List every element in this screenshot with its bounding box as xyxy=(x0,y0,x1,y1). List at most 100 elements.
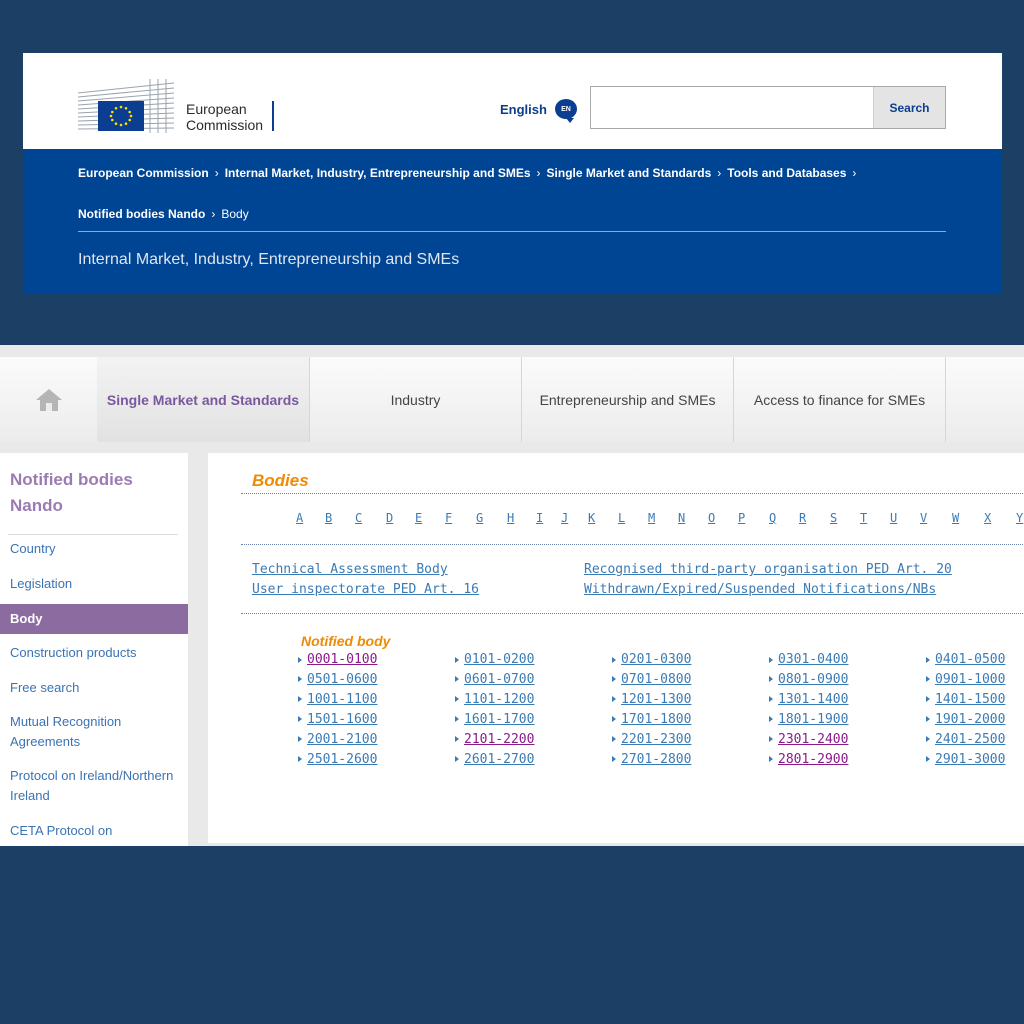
alphabet-letter-g[interactable]: G xyxy=(476,511,483,525)
alphabet-letter-u[interactable]: U xyxy=(890,511,897,525)
range-item[interactable]: 1201-1300 xyxy=(612,692,691,707)
alphabet-letter-d[interactable]: D xyxy=(386,511,393,525)
range-link[interactable]: 0201-0300 xyxy=(621,652,691,667)
alphabet-letter-a[interactable]: A xyxy=(296,511,303,525)
range-item[interactable]: 2701-2800 xyxy=(612,752,691,767)
range-link[interactable]: 0901-1000 xyxy=(935,672,1005,687)
range-link[interactable]: 2801-2900 xyxy=(778,752,848,767)
range-item[interactable]: 0401-0500 xyxy=(926,652,1005,667)
range-link[interactable]: 2101-2200 xyxy=(464,732,534,747)
range-item[interactable]: 0901-1000 xyxy=(926,672,1005,687)
language-label[interactable]: English xyxy=(500,102,547,117)
range-link[interactable]: 1301-1400 xyxy=(778,692,848,707)
range-link[interactable]: 0001-0100 xyxy=(307,652,377,667)
alphabet-letter-v[interactable]: V xyxy=(920,511,927,525)
alphabet-letter-k[interactable]: K xyxy=(588,511,595,525)
range-item[interactable]: 1401-1500 xyxy=(926,692,1005,707)
range-link[interactable]: 1601-1700 xyxy=(464,712,534,727)
sidebar-item-country[interactable]: Country xyxy=(0,539,188,559)
breadcrumb-item[interactable]: Single Market and Standards xyxy=(547,166,712,180)
range-link[interactable]: 0501-0600 xyxy=(307,672,377,687)
nav-home[interactable] xyxy=(0,357,97,442)
site-name[interactable]: Internal Market, Industry, Entrepreneurs… xyxy=(78,251,459,269)
range-link[interactable]: 2601-2700 xyxy=(464,752,534,767)
range-item[interactable]: 2801-2900 xyxy=(769,752,848,767)
breadcrumb-item[interactable]: Tools and Databases xyxy=(727,166,846,180)
alphabet-letter-x[interactable]: X xyxy=(984,511,991,525)
alphabet-letter-e[interactable]: E xyxy=(415,511,422,525)
range-item[interactable]: 2401-2500 xyxy=(926,732,1005,747)
alphabet-letter-i[interactable]: I xyxy=(536,511,543,525)
range-item[interactable]: 2101-2200 xyxy=(455,732,534,747)
alphabet-letter-m[interactable]: M xyxy=(648,511,655,525)
tab-entrepreneurship[interactable]: Entrepreneurship and SMEs xyxy=(522,357,734,442)
alphabet-letter-l[interactable]: L xyxy=(618,511,625,525)
search-input[interactable] xyxy=(591,87,873,128)
range-item[interactable]: 0801-0900 xyxy=(769,672,848,687)
alphabet-letter-q[interactable]: Q xyxy=(769,511,776,525)
alphabet-letter-f[interactable]: F xyxy=(445,511,452,525)
range-item[interactable]: 0601-0700 xyxy=(455,672,534,687)
range-item[interactable]: 0501-0600 xyxy=(298,672,377,687)
sidebar-item-body[interactable]: Body xyxy=(0,604,188,634)
link-user-inspectorate[interactable]: User inspectorate PED Art. 16 xyxy=(252,582,479,597)
range-item[interactable]: 0001-0100 xyxy=(298,652,377,667)
range-item[interactable]: 0301-0400 xyxy=(769,652,848,667)
range-item[interactable]: 0201-0300 xyxy=(612,652,691,667)
european-commission-logo[interactable]: European Commission xyxy=(78,79,278,135)
range-item[interactable]: 2501-2600 xyxy=(298,752,377,767)
range-item[interactable]: 2601-2700 xyxy=(455,752,534,767)
alphabet-letter-n[interactable]: N xyxy=(678,511,685,525)
range-item[interactable]: 2901-3000 xyxy=(926,752,1005,767)
tab-single-market[interactable]: Single Market and Standards xyxy=(97,357,310,442)
breadcrumb-item[interactable]: Internal Market, Industry, Entrepreneurs… xyxy=(225,166,531,180)
range-link[interactable]: 1901-2000 xyxy=(935,712,1005,727)
range-item[interactable]: 0701-0800 xyxy=(612,672,691,687)
range-link[interactable]: 2501-2600 xyxy=(307,752,377,767)
range-link[interactable]: 1501-1600 xyxy=(307,712,377,727)
range-item[interactable]: 1801-1900 xyxy=(769,712,848,727)
alphabet-letter-p[interactable]: P xyxy=(738,511,745,525)
range-item[interactable]: 1001-1100 xyxy=(298,692,377,707)
tab-access-to-finance[interactable]: Access to finance for SMEs xyxy=(734,357,946,442)
range-item[interactable]: 2301-2400 xyxy=(769,732,848,747)
range-item[interactable]: 1901-2000 xyxy=(926,712,1005,727)
range-link[interactable]: 2301-2400 xyxy=(778,732,848,747)
sidebar-item-ireland-protocol[interactable]: Protocol on Ireland/Northern Ireland xyxy=(0,766,188,806)
alphabet-letter-c[interactable]: C xyxy=(355,511,362,525)
sidebar-item-ceta-protocol[interactable]: CETA Protocol on xyxy=(0,821,188,841)
range-link[interactable]: 1201-1300 xyxy=(621,692,691,707)
range-link[interactable]: 2901-3000 xyxy=(935,752,1005,767)
alphabet-letter-b[interactable]: B xyxy=(325,511,332,525)
range-link[interactable]: 1801-1900 xyxy=(778,712,848,727)
range-link[interactable]: 1001-1100 xyxy=(307,692,377,707)
language-bubble-icon[interactable]: EN xyxy=(554,99,577,123)
range-link[interactable]: 1101-1200 xyxy=(464,692,534,707)
range-item[interactable]: 0101-0200 xyxy=(455,652,534,667)
breadcrumb-item[interactable]: European Commission xyxy=(78,166,209,180)
link-recognised-third-party[interactable]: Recognised third-party organisation PED … xyxy=(584,562,952,577)
breadcrumb-item[interactable]: Notified bodies Nando xyxy=(78,207,205,221)
link-technical-assessment-body[interactable]: Technical Assessment Body xyxy=(252,562,448,577)
sidebar-item-legislation[interactable]: Legislation xyxy=(0,574,188,594)
alphabet-letter-t[interactable]: T xyxy=(860,511,867,525)
search-button[interactable]: Search xyxy=(873,87,945,128)
range-item[interactable]: 2001-2100 xyxy=(298,732,377,747)
alphabet-letter-j[interactable]: J xyxy=(561,511,568,525)
sidebar-item-mutual-recognition[interactable]: Mutual Recognition Agreements xyxy=(0,712,150,752)
range-link[interactable]: 0601-0700 xyxy=(464,672,534,687)
link-withdrawn-notifications[interactable]: Withdrawn/Expired/Suspended Notification… xyxy=(584,582,936,597)
alphabet-letter-s[interactable]: S xyxy=(830,511,837,525)
range-item[interactable]: 1101-1200 xyxy=(455,692,534,707)
range-link[interactable]: 0301-0400 xyxy=(778,652,848,667)
alphabet-letter-o[interactable]: O xyxy=(708,511,715,525)
alphabet-letter-h[interactable]: H xyxy=(507,511,514,525)
range-item[interactable]: 2201-2300 xyxy=(612,732,691,747)
range-link[interactable]: 0701-0800 xyxy=(621,672,691,687)
range-item[interactable]: 1301-1400 xyxy=(769,692,848,707)
alphabet-letter-y[interactable]: Y xyxy=(1016,511,1023,525)
sidebar-item-construction-products[interactable]: Construction products xyxy=(0,643,188,663)
range-link[interactable]: 2001-2100 xyxy=(307,732,377,747)
range-link[interactable]: 1401-1500 xyxy=(935,692,1005,707)
language-switcher[interactable]: English EN xyxy=(500,99,577,123)
